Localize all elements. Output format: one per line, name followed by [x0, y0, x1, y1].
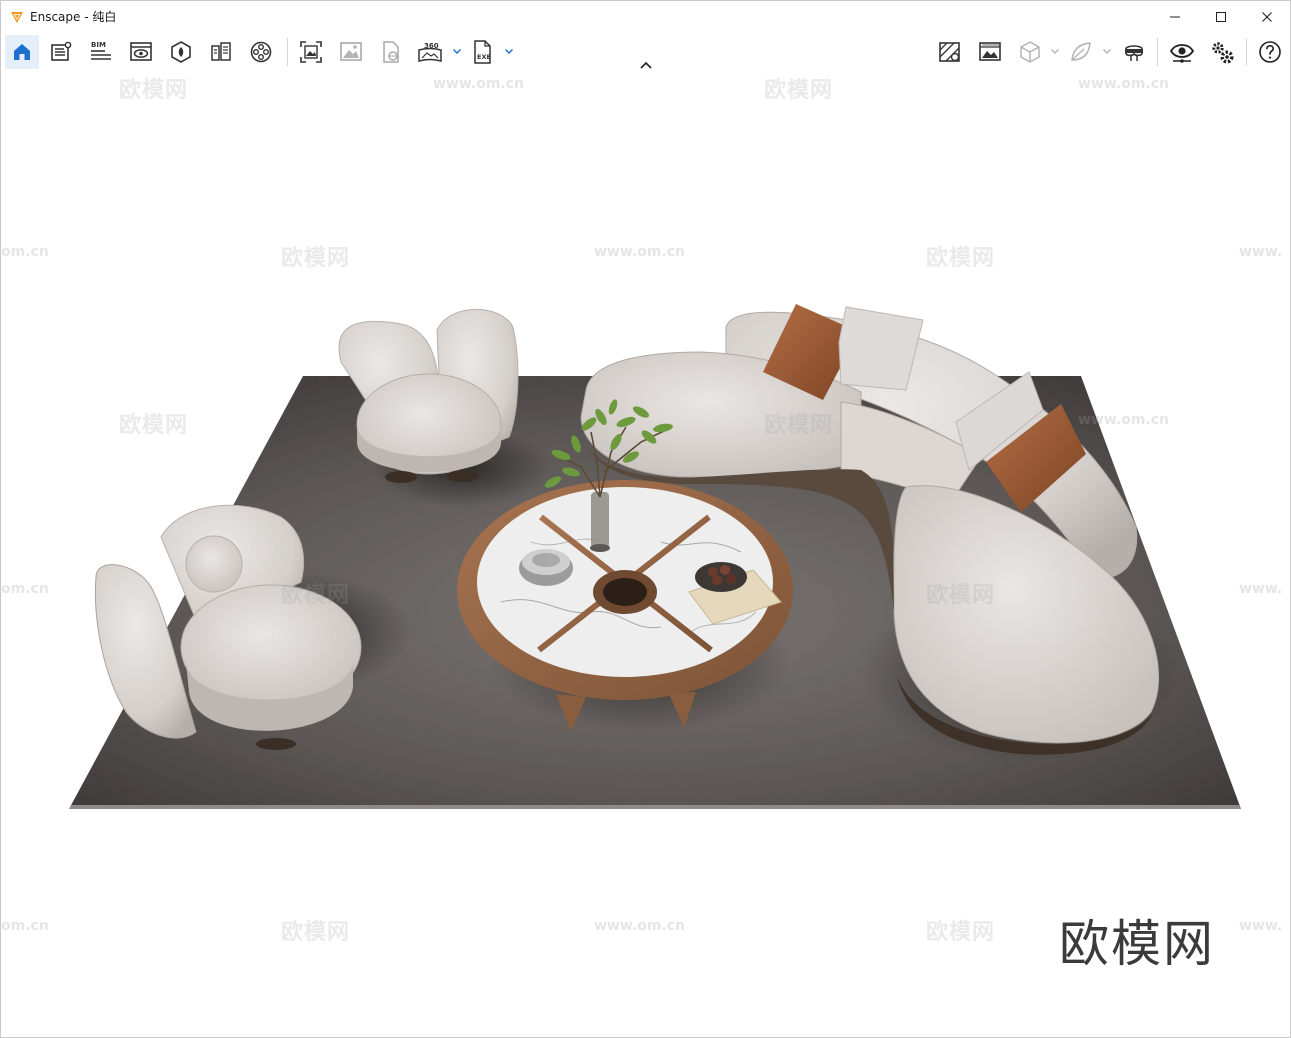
home-icon: [14, 44, 30, 60]
watermark-url: om.cn: [1, 581, 49, 597]
close-button[interactable]: [1244, 1, 1290, 32]
watermark-url: om.cn: [1, 244, 49, 260]
help-button[interactable]: [1253, 35, 1287, 69]
watermark-url: www.om.cn: [594, 244, 686, 260]
watermark-text: 欧模网: [764, 78, 834, 103]
svg-text:BIM: BIM: [91, 41, 106, 49]
minimize-icon: [1170, 16, 1180, 17]
watermark-text: 欧模网: [119, 78, 189, 103]
batch-render-icon: [340, 42, 362, 61]
toolbar-separator: [1246, 38, 1247, 66]
toolbar-separator: [1157, 38, 1158, 66]
notes-icon: [51, 41, 72, 61]
panorama-button[interactable]: 360: [413, 35, 447, 69]
render-viewport[interactable]: 欧模网 www.om.cn 欧模网 www.om.cn om.cn 欧模网 ww…: [1, 72, 1290, 1037]
gear-settings-button[interactable]: [1205, 35, 1239, 69]
armchair-back: [338, 308, 519, 483]
visual-settings-icon: [979, 42, 1001, 61]
batch-render-button[interactable]: [334, 35, 368, 69]
watermark-text: 欧模网: [281, 920, 351, 945]
home-button[interactable]: [5, 35, 39, 69]
asset-library-button[interactable]: [164, 35, 198, 69]
upload-map-button[interactable]: [933, 35, 967, 69]
upload-map-icon: [939, 42, 960, 62]
sun-study-icon: [211, 42, 231, 61]
material-dropdown-chevron-icon[interactable]: [1102, 46, 1112, 56]
visual-settings-button[interactable]: [973, 35, 1007, 69]
bim-button[interactable]: BIM: [84, 35, 118, 69]
enscape-logo-icon: [11, 11, 23, 23]
asset-library-icon: [171, 41, 191, 63]
watermark-url: www.om.cn: [433, 76, 525, 92]
eye-settings-button[interactable]: [1165, 35, 1199, 69]
sun-study-button[interactable]: [204, 35, 238, 69]
eye-settings-icon: [1169, 44, 1195, 63]
watermark-text: 欧模网: [926, 246, 996, 271]
minimize-button[interactable]: [1152, 1, 1198, 32]
watermark-text: 欧模网: [764, 413, 834, 438]
cube-dropdown-chevron-icon[interactable]: [1050, 46, 1060, 56]
title-bar: Enscape - 纯白: [1, 1, 1290, 32]
help-icon: [1259, 41, 1281, 63]
view-button[interactable]: [124, 35, 158, 69]
brand-watermark: 欧模网: [1059, 915, 1215, 973]
watermark-url: www.: [1239, 918, 1283, 934]
cube-button[interactable]: [1013, 35, 1047, 69]
maximize-icon: [1216, 11, 1226, 22]
maximize-button[interactable]: [1198, 1, 1244, 32]
watermark-url: www.om.cn: [1078, 412, 1170, 428]
screenshot-icon: [300, 41, 322, 63]
notes-button[interactable]: [44, 35, 78, 69]
watermark-text: 欧模网: [281, 583, 351, 608]
cube-icon: [1020, 41, 1040, 63]
vr-headset-icon: [1125, 45, 1143, 61]
web-export-icon: [383, 41, 399, 63]
watermark-text: 欧模网: [281, 246, 351, 271]
watermark-url: www.om.cn: [1078, 76, 1170, 92]
panorama-dropdown-chevron-icon[interactable]: [452, 46, 462, 56]
watermark-text: 欧模网: [926, 583, 996, 608]
main-toolbar: BIM 360 EXE: [1, 32, 1290, 72]
close-icon: [1262, 11, 1272, 22]
exe-export-button[interactable]: EXE: [466, 35, 500, 69]
video-editor-icon: [250, 41, 272, 63]
material-leaf-icon: [1071, 42, 1091, 61]
window-controls: [1152, 1, 1290, 32]
screenshot-button[interactable]: [294, 35, 328, 69]
watermark-text: 欧模网: [926, 920, 996, 945]
enscape-window: Enscape - 纯白 BIM 360 EXE 欧模网 www.om.cn 欧…: [0, 0, 1291, 1038]
bim-icon: BIM: [91, 41, 111, 60]
exe-export-icon: EXE: [474, 40, 491, 64]
vr-headset-button[interactable]: [1117, 35, 1151, 69]
window-title: Enscape - 纯白: [30, 10, 117, 24]
video-editor-button[interactable]: [244, 35, 278, 69]
watermark-text: 欧模网: [119, 413, 189, 438]
watermark-url: om.cn: [1, 918, 49, 934]
collapse-toolbar-chevron-up-icon[interactable]: [639, 60, 653, 70]
panorama-icon: 360: [418, 42, 442, 62]
watermark-url: www.: [1239, 581, 1283, 597]
watermark-url: www.: [1239, 244, 1283, 260]
exe-dropdown-chevron-icon[interactable]: [504, 46, 514, 56]
svg-text:EXE: EXE: [477, 53, 491, 61]
material-button[interactable]: [1064, 35, 1098, 69]
web-export-button[interactable]: [374, 35, 408, 69]
living-room-scene: [69, 304, 1241, 809]
gear-settings-icon: [1212, 42, 1234, 64]
watermark-url: www.om.cn: [594, 918, 686, 934]
view-icon: [130, 42, 152, 61]
toolbar-separator: [287, 38, 288, 66]
